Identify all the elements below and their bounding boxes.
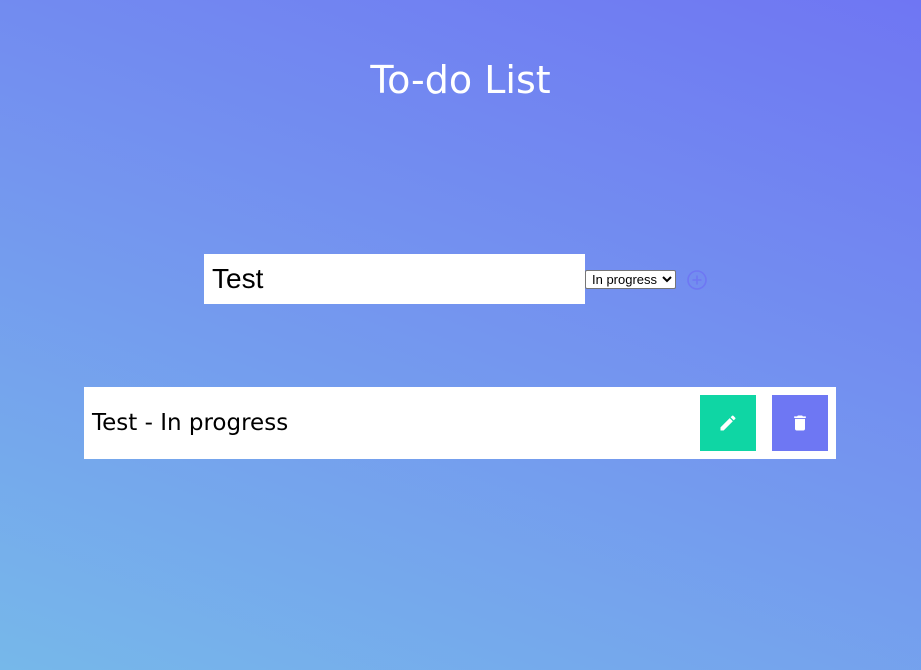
status-select[interactable]: In progress — [585, 270, 676, 289]
trash-icon — [794, 415, 806, 431]
todo-item-text: Test - In progress — [92, 410, 289, 436]
plus-circle-icon — [687, 270, 707, 290]
page-title: To-do List — [370, 58, 551, 102]
delete-todo-button[interactable] — [772, 395, 828, 451]
task-input[interactable] — [204, 254, 585, 304]
pencil-icon — [720, 415, 736, 431]
todo-item: Test - In progress — [84, 387, 836, 459]
edit-todo-button[interactable] — [700, 395, 756, 451]
add-task-button[interactable] — [686, 269, 708, 291]
